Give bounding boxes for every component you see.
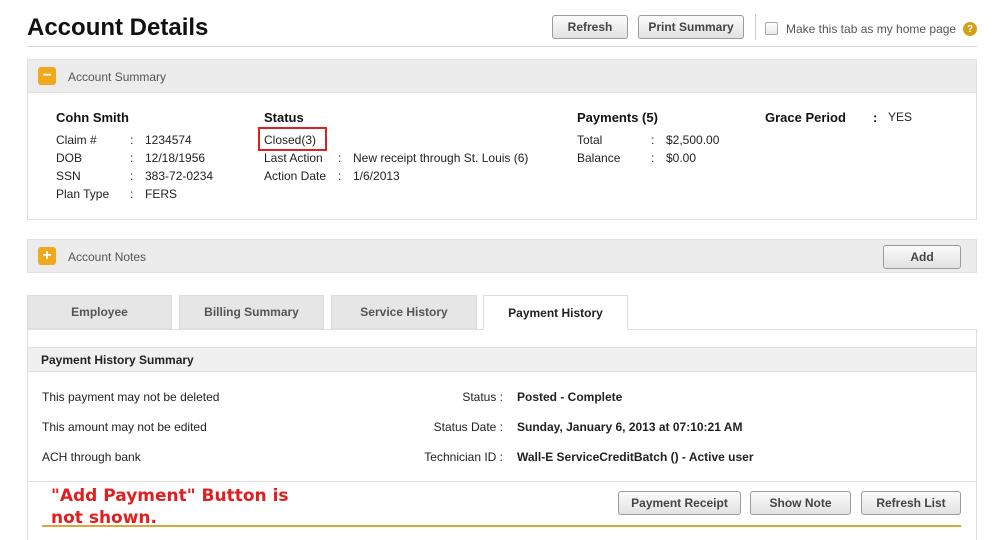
edit-note: This amount may not be edited	[42, 420, 207, 434]
home-page-label: Make this tab as my home page	[786, 22, 957, 36]
tab-payment-history[interactable]: Payment History	[483, 295, 628, 330]
ph-status-label: Status :	[462, 390, 503, 404]
claim-label: Claim #	[56, 133, 97, 147]
collapse-icon[interactable]: −	[38, 67, 56, 85]
claim-value: 1234574	[145, 133, 192, 147]
annotation-line-1: "Add Payment" Button is	[51, 486, 289, 506]
last-action-sep: :	[338, 151, 342, 165]
header-divider	[755, 14, 756, 40]
status-heading: Status	[264, 110, 304, 125]
account-holder-name: Cohn Smith	[56, 110, 129, 125]
last-action-label: Last Action	[264, 151, 323, 165]
payments-heading: Payments (5)	[577, 110, 658, 125]
grace-period-heading: Grace Period	[765, 110, 846, 125]
print-summary-button[interactable]: Print Summary	[638, 15, 744, 39]
grace-period-sep: :	[873, 110, 878, 125]
refresh-list-button[interactable]: Refresh List	[861, 491, 961, 515]
ph-status-date-label: Status Date :	[433, 420, 503, 434]
last-action-value: New receipt through St. Louis (6)	[353, 151, 529, 165]
dob-value: 12/18/1956	[145, 151, 206, 165]
payment-receipt-button[interactable]: Payment Receipt	[618, 491, 741, 515]
account-summary-title: Account Summary	[68, 70, 167, 84]
ssn-label: SSN	[56, 169, 81, 183]
plan-type-label: Plan Type	[56, 187, 110, 201]
ph-status-date-value: Sunday, January 6, 2013 at 07:10:21 AM	[517, 420, 743, 434]
payment-history-summary-title: Payment History Summary	[41, 353, 194, 367]
total-label: Total	[577, 133, 603, 147]
payment-history-divider	[28, 481, 976, 482]
action-date-sep: :	[338, 169, 342, 183]
account-summary-header[interactable]: − Account Summary	[27, 59, 977, 93]
balance-sep: :	[651, 151, 655, 165]
refresh-button[interactable]: Refresh	[552, 15, 628, 39]
show-note-button[interactable]: Show Note	[750, 491, 851, 515]
plan-type-value: FERS	[145, 187, 178, 201]
ph-technician-label: Technician ID :	[424, 450, 503, 464]
help-icon[interactable]: ?	[963, 22, 977, 36]
home-page-checkbox[interactable]	[765, 22, 778, 35]
action-date-value: 1/6/2013	[353, 169, 400, 183]
balance-value: $0.00	[666, 151, 697, 165]
claim-sep: :	[130, 133, 134, 147]
ach-note: ACH through bank	[42, 450, 141, 464]
delete-note: This payment may not be deleted	[42, 390, 220, 404]
ssn-sep: :	[130, 169, 134, 183]
title-divider	[27, 46, 977, 47]
ssn-value: 383-72-0234	[145, 169, 214, 183]
dob-label: DOB	[56, 151, 83, 165]
footer-accent-line	[42, 525, 961, 527]
ph-status-value: Posted - Complete	[517, 390, 623, 404]
payment-history-summary-header: Payment History Summary	[28, 347, 976, 372]
total-sep: :	[651, 133, 655, 147]
dob-sep: :	[130, 151, 134, 165]
add-note-button[interactable]: Add	[883, 245, 961, 269]
balance-label: Balance	[577, 151, 621, 165]
plan-type-sep: :	[130, 187, 134, 201]
tab-service-history[interactable]: Service History	[331, 295, 477, 329]
action-date-label: Action Date	[264, 169, 327, 183]
account-notes-header[interactable]: + Account Notes	[27, 239, 977, 273]
status-highlight-box	[258, 127, 327, 151]
tab-billing-summary[interactable]: Billing Summary	[179, 295, 324, 329]
total-value: $2,500.00	[666, 133, 720, 147]
account-notes-title: Account Notes	[68, 250, 147, 264]
expand-icon[interactable]: +	[38, 247, 56, 265]
grace-period-value: YES	[888, 110, 913, 124]
ph-technician-value: Wall-E ServiceCreditBatch () - Active us…	[517, 450, 754, 464]
missing-button-annotation: "Add Payment" Button is not shown.	[51, 485, 289, 529]
tab-employee[interactable]: Employee	[27, 295, 172, 329]
page-title: Account Details	[27, 14, 209, 41]
